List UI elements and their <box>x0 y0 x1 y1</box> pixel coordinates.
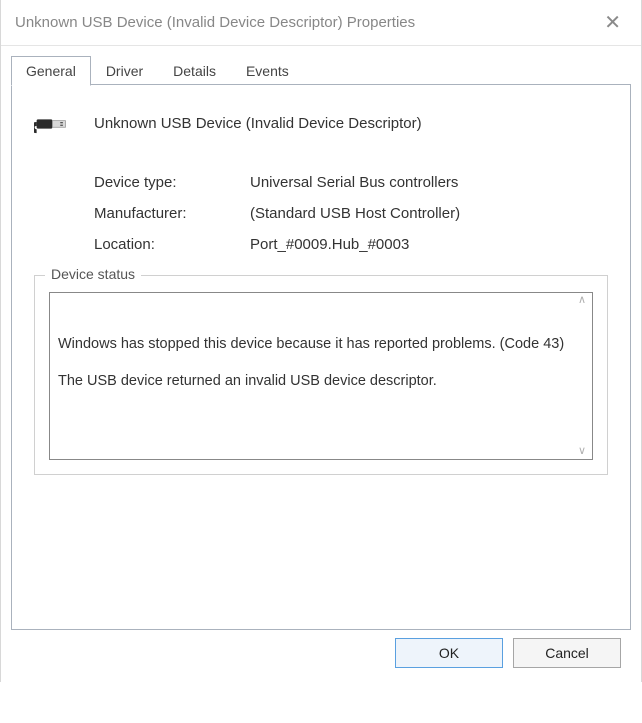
dialog-body: General Driver Details Events Unknown US… <box>1 46 641 682</box>
scroll-down-icon[interactable]: ∨ <box>578 446 586 457</box>
tab-events[interactable]: Events <box>231 56 304 85</box>
prop-label: Device type: <box>94 174 250 191</box>
prop-value: Port_#0009.Hub_#0003 <box>250 236 409 253</box>
cancel-button[interactable]: Cancel <box>513 638 621 668</box>
usb-plug-icon <box>34 107 76 140</box>
device-status-group: Device status Windows has stopped this d… <box>34 275 608 475</box>
ok-button[interactable]: OK <box>395 638 503 668</box>
tab-label: Details <box>173 63 216 79</box>
tab-label: General <box>26 63 76 79</box>
device-header: Unknown USB Device (Invalid Device Descr… <box>34 107 608 140</box>
group-legend: Device status <box>45 266 141 282</box>
titlebar: Unknown USB Device (Invalid Device Descr… <box>1 0 641 46</box>
device-status-text: Windows has stopped this device because … <box>58 335 584 392</box>
tab-label: Driver <box>106 63 143 79</box>
dialog-footer: OK Cancel <box>11 630 631 668</box>
button-label: OK <box>439 645 459 661</box>
tab-details[interactable]: Details <box>158 56 231 85</box>
device-status-textbox[interactable]: Windows has stopped this device because … <box>49 292 593 460</box>
window-title: Unknown USB Device (Invalid Device Descr… <box>15 14 415 31</box>
button-label: Cancel <box>545 645 589 661</box>
scroll-up-icon[interactable]: ∧ <box>578 295 586 306</box>
tab-driver[interactable]: Driver <box>91 56 158 85</box>
prop-label: Location: <box>94 236 250 253</box>
close-icon[interactable]: ✕ <box>598 10 627 35</box>
properties-dialog: Unknown USB Device (Invalid Device Descr… <box>0 0 642 682</box>
device-name: Unknown USB Device (Invalid Device Descr… <box>94 115 422 132</box>
tab-strip: General Driver Details Events <box>11 56 631 85</box>
device-properties: Device type: Universal Serial Bus contro… <box>94 174 608 253</box>
tab-label: Events <box>246 63 289 79</box>
scrollbar: ∧ ∨ <box>574 295 590 457</box>
prop-value: (Standard USB Host Controller) <box>250 205 460 222</box>
prop-label: Manufacturer: <box>94 205 250 222</box>
prop-row-device-type: Device type: Universal Serial Bus contro… <box>94 174 608 191</box>
prop-row-location: Location: Port_#0009.Hub_#0003 <box>94 236 608 253</box>
tab-panel-general: Unknown USB Device (Invalid Device Descr… <box>11 85 631 630</box>
tab-general[interactable]: General <box>11 56 91 86</box>
prop-row-manufacturer: Manufacturer: (Standard USB Host Control… <box>94 205 608 222</box>
prop-value: Universal Serial Bus controllers <box>250 174 458 191</box>
